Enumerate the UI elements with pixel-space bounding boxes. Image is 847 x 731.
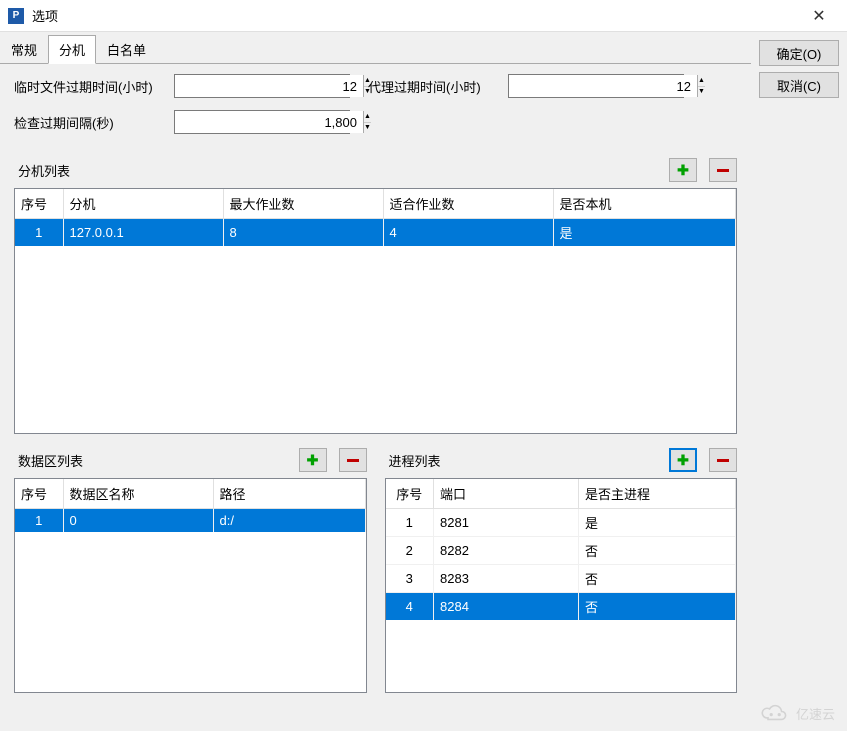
process-add-button[interactable]: ✚ (669, 448, 697, 472)
minus-icon (717, 459, 729, 462)
data-area-title: 数据区列表 (18, 451, 287, 470)
ext-add-button[interactable]: ✚ (669, 158, 697, 182)
ok-button[interactable]: 确定(O) (759, 40, 839, 66)
data-add-button[interactable]: ✚ (299, 448, 327, 472)
process-list-table[interactable]: 序号 端口 是否主进程 1 8281 是 2 (385, 478, 738, 693)
temp-expire-input[interactable] (175, 75, 363, 97)
watermark: 亿速云 (760, 703, 835, 723)
table-row[interactable]: 1 8281 是 (386, 509, 736, 537)
check-interval-spinner[interactable]: ▲ ▼ (174, 110, 350, 134)
process-list-title: 进程列表 (389, 451, 658, 470)
ext-list-table[interactable]: 序号 分机 最大作业数 适合作业数 是否本机 1 127.0.0.1 8 4 是 (14, 188, 737, 434)
tabs: 常规 分机 白名单 (0, 32, 751, 64)
plus-icon: ✚ (677, 452, 689, 469)
spin-down-icon[interactable]: ▼ (364, 123, 371, 134)
tab-general[interactable]: 常规 (0, 35, 48, 64)
minus-icon (717, 169, 729, 172)
ext-list-title: 分机列表 (18, 161, 657, 180)
col-ext[interactable]: 分机 (63, 189, 223, 219)
col-ismain[interactable]: 是否主进程 (579, 479, 736, 509)
process-remove-button[interactable] (709, 448, 737, 472)
plus-icon: ✚ (307, 452, 319, 469)
data-remove-button[interactable] (339, 448, 367, 472)
table-row[interactable]: 1 0 d:/ (15, 509, 365, 533)
close-button[interactable]: ✕ (799, 2, 839, 30)
temp-expire-spinner[interactable]: ▲ ▼ (174, 74, 350, 98)
titlebar: P 选项 ✕ (0, 0, 847, 32)
col-name[interactable]: 数据区名称 (63, 479, 213, 509)
col-path[interactable]: 路径 (213, 479, 365, 509)
cloud-icon (760, 703, 792, 723)
spin-down-icon[interactable]: ▼ (698, 87, 705, 98)
proxy-expire-spinner[interactable]: ▲ ▼ (508, 74, 684, 98)
cancel-button[interactable]: 取消(C) (759, 72, 839, 98)
spin-up-icon[interactable]: ▲ (698, 75, 705, 87)
col-islocal[interactable]: 是否本机 (553, 189, 736, 219)
col-no[interactable]: 序号 (15, 479, 63, 509)
minus-icon (347, 459, 359, 462)
table-row[interactable]: 1 127.0.0.1 8 4 是 (15, 219, 736, 247)
check-interval-input[interactable] (175, 111, 363, 133)
data-area-table[interactable]: 序号 数据区名称 路径 1 0 d:/ (14, 478, 367, 693)
check-interval-label: 检查过期间隔(秒) (14, 113, 164, 132)
ext-remove-button[interactable] (709, 158, 737, 182)
app-icon: P (8, 8, 24, 24)
table-row[interactable]: 4 8284 否 (386, 593, 736, 621)
plus-icon: ✚ (677, 162, 689, 179)
col-no[interactable]: 序号 (386, 479, 434, 509)
col-maxjobs[interactable]: 最大作业数 (223, 189, 383, 219)
spin-up-icon[interactable]: ▲ (364, 111, 371, 123)
proxy-expire-input[interactable] (509, 75, 697, 97)
tab-whitelist[interactable]: 白名单 (96, 35, 157, 64)
temp-expire-label: 临时文件过期时间(小时) (14, 77, 164, 96)
tab-extension[interactable]: 分机 (48, 35, 96, 64)
col-port[interactable]: 端口 (434, 479, 579, 509)
col-no[interactable]: 序号 (15, 189, 63, 219)
window-title: 选项 (32, 6, 799, 25)
col-fitjobs[interactable]: 适合作业数 (383, 189, 553, 219)
table-row[interactable]: 2 8282 否 (386, 537, 736, 565)
table-row[interactable]: 3 8283 否 (386, 565, 736, 593)
proxy-expire-label: 代理过期时间(小时) (368, 77, 498, 96)
